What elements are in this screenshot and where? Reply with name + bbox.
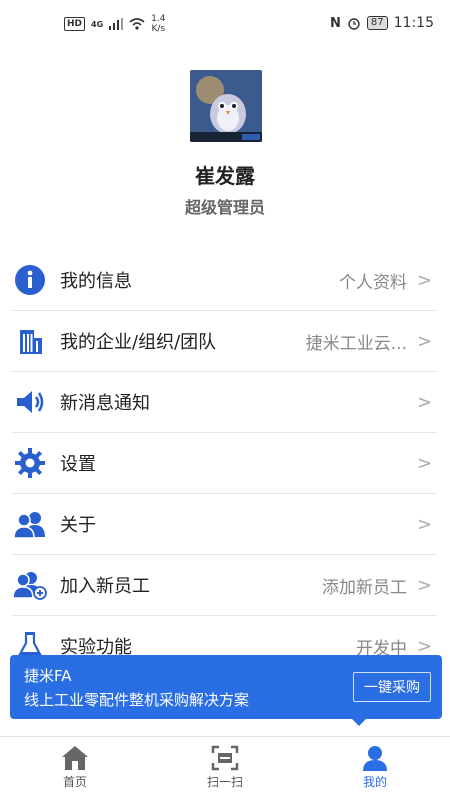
menu-item-organization[interactable]: 我的企业/组织/团队 捷米工业云... > bbox=[12, 311, 437, 372]
menu-item-my-info[interactable]: 我的信息 个人资料 > bbox=[12, 250, 437, 311]
menu-item-settings[interactable]: 设置 > bbox=[12, 433, 437, 494]
chevron-right-icon: > bbox=[417, 452, 433, 474]
battery-level: 87 bbox=[366, 16, 388, 30]
status-right: N 87 11:15 bbox=[330, 15, 434, 31]
bottom-tab-bar: 首页 扫一扫 我的 bbox=[0, 736, 450, 801]
chevron-right-icon: > bbox=[417, 574, 433, 596]
user-icon bbox=[363, 746, 387, 771]
speed-unit: K/s bbox=[151, 24, 166, 34]
alarm-icon bbox=[348, 18, 360, 30]
one-click-purchase-button[interactable]: 一键采购 bbox=[353, 672, 431, 702]
gear-icon bbox=[12, 445, 48, 481]
menu-label: 我的信息 bbox=[60, 271, 132, 292]
clock: 11:15 bbox=[393, 15, 434, 31]
user-role: 超级管理员 bbox=[184, 198, 265, 217]
status-left: HD 4G 1.4 K/s bbox=[64, 14, 165, 34]
signal-icon bbox=[109, 18, 124, 30]
menu-item-notifications[interactable]: 新消息通知 > bbox=[12, 372, 437, 433]
chevron-right-icon: > bbox=[417, 330, 433, 352]
hd-badge: HD bbox=[64, 17, 86, 31]
info-icon bbox=[12, 262, 48, 298]
banner-subtitle: 线上工业零配件整机采购解决方案 bbox=[24, 691, 250, 709]
nfc-icon: N bbox=[330, 15, 341, 31]
speed-value: 1.4 bbox=[151, 14, 166, 24]
menu-item-add-employee[interactable]: 加入新员工 添加新员工 > bbox=[12, 555, 437, 616]
tab-mine[interactable]: 我的 bbox=[300, 737, 450, 801]
menu-label: 加入新员工 bbox=[60, 576, 150, 597]
menu-item-about[interactable]: 关于 > bbox=[12, 494, 437, 555]
tab-scan[interactable]: 扫一扫 bbox=[150, 737, 300, 801]
banner-title: 捷米FA bbox=[24, 667, 72, 685]
menu-value: 捷米工业云... bbox=[305, 333, 407, 354]
promo-banner[interactable]: 捷米FA 线上工业零配件整机采购解决方案 一键采购 bbox=[10, 655, 442, 726]
people-icon bbox=[12, 506, 48, 542]
chevron-right-icon: > bbox=[417, 391, 433, 413]
settings-menu: 我的信息 个人资料 > 我的企业/组织/团队 捷米工业云... > 新消息通知 … bbox=[12, 250, 437, 676]
chevron-right-icon: > bbox=[417, 269, 433, 291]
menu-value: 添加新员工 bbox=[322, 577, 407, 598]
user-name: 崔发露 bbox=[195, 164, 255, 188]
tab-home[interactable]: 首页 bbox=[0, 737, 150, 801]
tab-label: 我的 bbox=[362, 775, 387, 789]
chevron-right-icon: > bbox=[417, 513, 433, 535]
home-icon bbox=[62, 746, 88, 770]
status-bar: HD 4G 1.4 K/s N 87 11:15 bbox=[0, 0, 450, 50]
menu-value: 个人资料 bbox=[339, 272, 407, 293]
avatar-image bbox=[190, 70, 262, 142]
building-icon bbox=[12, 323, 48, 359]
menu-label: 我的企业/组织/团队 bbox=[60, 332, 217, 353]
network-type: 4G bbox=[91, 19, 104, 29]
chevron-right-icon: > bbox=[417, 635, 433, 657]
tab-label: 首页 bbox=[62, 775, 87, 789]
menu-label: 关于 bbox=[60, 515, 96, 536]
menu-label: 设置 bbox=[60, 454, 96, 475]
network-speed: 1.4 K/s bbox=[151, 14, 165, 34]
scan-icon bbox=[211, 745, 239, 771]
banner-pointer bbox=[350, 717, 368, 726]
tab-label: 扫一扫 bbox=[206, 775, 243, 789]
add-user-icon bbox=[12, 567, 48, 603]
speaker-icon bbox=[12, 384, 48, 420]
avatar[interactable] bbox=[190, 70, 262, 142]
menu-label: 新消息通知 bbox=[60, 393, 150, 414]
wifi-icon bbox=[129, 18, 145, 30]
